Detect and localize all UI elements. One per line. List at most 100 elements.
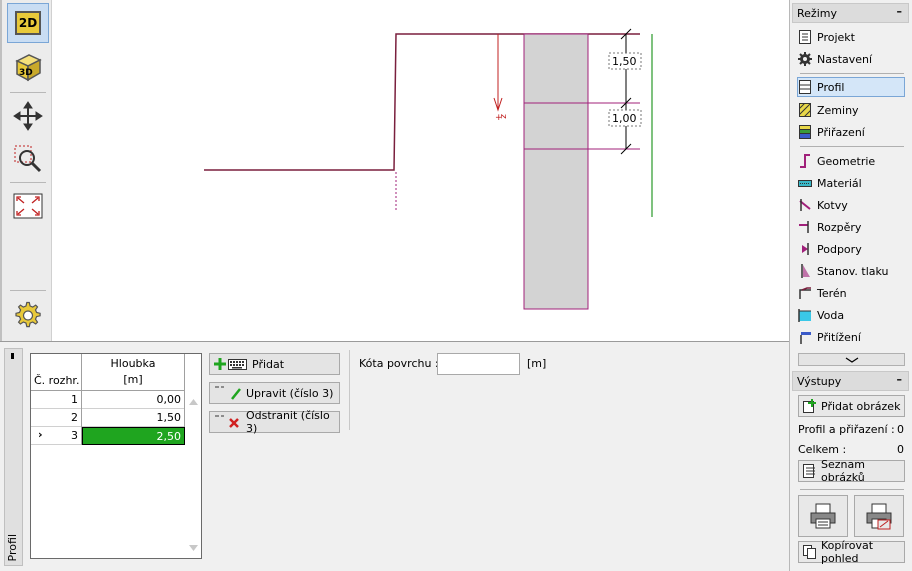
copy-view-label: Kopírovat pohled — [821, 539, 874, 565]
panel-separator — [800, 73, 904, 74]
view-2d-button[interactable]: 2D — [7, 3, 49, 43]
profile-assign-count-label: Profil a přiřazení : — [798, 423, 895, 436]
mode-item-zeminy[interactable]: Zeminy — [798, 100, 905, 120]
mode-item-label: Přitížení — [817, 330, 861, 344]
panel-side-tab[interactable]: Profil — [4, 348, 23, 566]
modes-header[interactable]: Režimy – — [792, 3, 909, 23]
3d-cube-icon: 3D — [13, 52, 43, 82]
mode-item-projekt[interactable]: Projekt — [798, 27, 905, 47]
wall-section — [523, 33, 589, 310]
depth-cell-selected[interactable]: 2,50 — [82, 427, 185, 445]
chevron-down-icon — [845, 357, 859, 363]
mode-item-rozpery[interactable]: Rozpěry — [798, 217, 905, 237]
pan-button[interactable] — [7, 96, 49, 136]
surface-elevation-unit: [m] — [527, 357, 547, 370]
mode-item-label: Profil — [817, 80, 845, 94]
minimize-button[interactable]: – — [897, 5, 903, 18]
column-header-interface[interactable]: Č. rozhr. — [31, 354, 82, 391]
dimension-label-1: 1,50 — [612, 55, 637, 68]
mode-item-podpory[interactable]: Podpory — [798, 239, 905, 259]
toolbar-separator — [10, 92, 46, 93]
mode-item-pritizeni[interactable]: Přitížení — [798, 327, 905, 347]
origin-marker: + — [495, 113, 503, 123]
drawing-canvas[interactable]: z + 1,50 1,00 — [52, 0, 789, 341]
row-number: 2 — [31, 409, 82, 427]
mode-item-nastaveni[interactable]: Nastavení — [798, 49, 905, 69]
add-button[interactable]: Přidat — [209, 353, 340, 375]
panel-separator — [800, 489, 904, 490]
soil-icon — [798, 103, 812, 117]
table-scrollbar[interactable] — [186, 391, 201, 558]
zoom-window-button[interactable] — [7, 138, 49, 178]
view-3d-button[interactable]: 3D — [7, 47, 49, 87]
water-icon — [798, 308, 812, 322]
2d-icon: 2D — [15, 11, 41, 35]
print-pdf-button[interactable] — [854, 495, 904, 537]
surface-elevation-input[interactable] — [437, 353, 520, 375]
print-button[interactable] — [798, 495, 848, 537]
mode-item-label: Terén — [817, 286, 847, 300]
zoom-magnifier-icon — [13, 143, 43, 173]
mode-item-label: Geometrie — [817, 154, 876, 168]
table-row[interactable]: › 3 2,50 — [31, 427, 185, 445]
picture-list-button[interactable]: Seznam obrázků — [798, 458, 905, 484]
material-icon — [798, 176, 812, 190]
panel-separator — [349, 350, 350, 430]
column-header-label: Č. rozhr. — [34, 374, 80, 387]
mode-item-profil[interactable]: Profil — [797, 77, 905, 97]
fit-view-icon — [13, 193, 43, 219]
copy-icon — [803, 545, 817, 559]
side-tab-label: Profil — [6, 533, 19, 561]
add-picture-button[interactable]: Přidat obrázek — [798, 395, 905, 417]
scroll-down-icon[interactable] — [189, 541, 198, 554]
mode-item-kotvy[interactable]: Kotvy — [798, 195, 905, 215]
edit-button-label: Upravit (číslo 3) — [246, 386, 334, 400]
add-button-label: Přidat — [252, 357, 285, 371]
geometry-icon — [798, 154, 812, 168]
total-count-value: 0 — [897, 443, 904, 456]
depth-cell[interactable]: 1,50 — [82, 409, 185, 427]
mode-item-label: Zeminy — [817, 103, 859, 117]
mode-item-geometrie[interactable]: Geometrie — [798, 151, 905, 171]
mode-item-stanov-tlaku[interactable]: Stanov. tlaku — [798, 261, 905, 281]
pin-icon[interactable] — [11, 353, 14, 359]
printer-icon — [809, 502, 837, 530]
column-header-depth[interactable]: Hloubka [m] — [82, 354, 185, 391]
view-toolbar: 2D 3D — [0, 0, 52, 341]
table-row[interactable]: 1 0,00 — [31, 391, 185, 409]
depth-cell[interactable]: 0,00 — [82, 391, 185, 409]
mode-item-teren[interactable]: Terén — [798, 283, 905, 303]
zoom-extents-button[interactable] — [7, 186, 49, 226]
minimize-button[interactable]: – — [897, 373, 903, 386]
scroll-up-icon[interactable] — [189, 395, 198, 408]
assign-icon — [798, 125, 812, 139]
copy-view-button[interactable]: Kopírovat pohled — [798, 539, 905, 565]
mode-item-voda[interactable]: Voda — [798, 305, 905, 325]
outputs-header[interactable]: Výstupy – — [792, 371, 909, 391]
settings-button[interactable] — [7, 295, 49, 335]
total-count-label: Celkem : — [798, 443, 847, 456]
mode-item-label: Projekt — [817, 30, 855, 44]
profile-icon — [798, 80, 812, 94]
gear-icon — [798, 52, 812, 66]
printer-pdf-icon — [865, 502, 893, 530]
gear-icon — [12, 299, 44, 331]
interfaces-table: Č. rozhr. Hloubka [m] 1 0,00 2 1,50 › 3 … — [30, 353, 202, 559]
remove-button[interactable]: Odstranit (číslo 3) — [209, 409, 340, 435]
right-panel: Režimy – Projekt Nastavení Profil Zeminy… — [789, 0, 912, 571]
mode-item-label: Přiřazení — [817, 125, 865, 139]
table-row[interactable]: 2 1,50 — [31, 409, 185, 427]
profile-assign-count-value: 0 — [897, 423, 904, 436]
row-number: 1 — [31, 391, 82, 409]
mode-item-prirazeni[interactable]: Přiřazení — [798, 122, 905, 142]
column-header-label: Hloubka — [110, 357, 156, 370]
support-icon — [798, 242, 812, 256]
modes-scroll-down-button[interactable] — [798, 353, 905, 366]
mode-item-label: Nastavení — [817, 52, 873, 66]
add-picture-icon — [803, 399, 817, 413]
anchor-icon — [798, 198, 812, 212]
input-panel: Profil Č. rozhr. Hloubka [m] 1 0,00 2 1,… — [0, 341, 789, 571]
toolbar-separator — [10, 182, 46, 183]
edit-button[interactable]: Upravit (číslo 3) — [209, 382, 340, 404]
mode-item-material[interactable]: Materiál — [798, 173, 905, 193]
